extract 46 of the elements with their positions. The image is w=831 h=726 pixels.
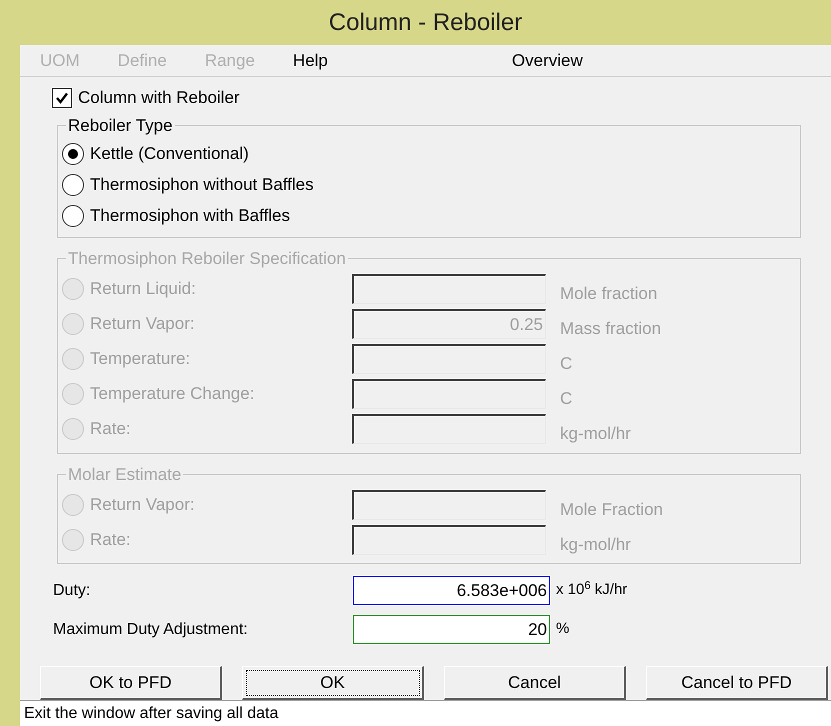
group-label: Molar Estimate [67,464,182,486]
unit-label: Mole Fraction [560,498,663,521]
input-field[interactable] [352,344,546,374]
field-label: Return Vapor: [90,494,196,516]
input-field[interactable] [352,379,546,409]
field-label: Maximum Duty Adjustment: [53,620,249,640]
window-title: Column - Reboiler [328,8,522,38]
radio-label: Kettle (Conventional) [90,142,249,165]
radio-label: Thermosiphon with Baffles [90,204,290,227]
unit-label: C [560,353,572,376]
input-field[interactable] [352,524,546,554]
unit-label: Mole fraction [560,283,658,306]
radio-button[interactable] [62,174,84,196]
dialog-button[interactable]: OK [242,666,424,700]
field-label: Rate: [90,528,132,551]
unit-label: Mass fraction [560,318,662,340]
field-label: Return Liquid: [90,278,197,300]
unit-label: x 10$^{6}$ kJ/hr [556,579,628,600]
group-label: Thermosiphon Reboiler Specification [67,248,347,270]
field-label: Rate: [90,418,132,440]
dialog-button[interactable]: OK to PFD [40,666,222,700]
input-field[interactable] [352,490,546,520]
menu-item[interactable]: Help [292,48,328,74]
dialog-button[interactable]: Cancel to PFD [646,666,828,700]
unit-label: kg-mol/hr [560,423,631,446]
field-label: Temperature: [90,348,192,370]
checkbox-label: Column with Reboiler [78,87,240,109]
input-field[interactable]: 6.583e+006 [353,576,550,605]
check-icon [55,90,69,105]
unit-label: kg-mol/hr [560,534,631,556]
input-field[interactable]: 20 [353,615,550,644]
checkbox[interactable] [52,88,72,108]
field-label: Temperature Change: [90,383,256,406]
radio-button[interactable] [62,142,84,164]
field-label: Return Vapor: [90,313,196,336]
field-label: Duty: [53,580,92,600]
unit-label: C [560,388,572,410]
dialog-button[interactable]: Cancel [444,666,626,700]
menu-item[interactable]: Overview [512,48,583,74]
group-label: Reboiler Type [67,114,174,136]
status-bar: Exit the window after saving all data [20,700,831,726]
radio-label: Thermosiphon without Baffles [90,174,314,196]
radio-button[interactable] [62,204,84,226]
input-field[interactable] [352,414,546,444]
unit-label: % [556,619,570,640]
input-field[interactable] [352,274,546,304]
